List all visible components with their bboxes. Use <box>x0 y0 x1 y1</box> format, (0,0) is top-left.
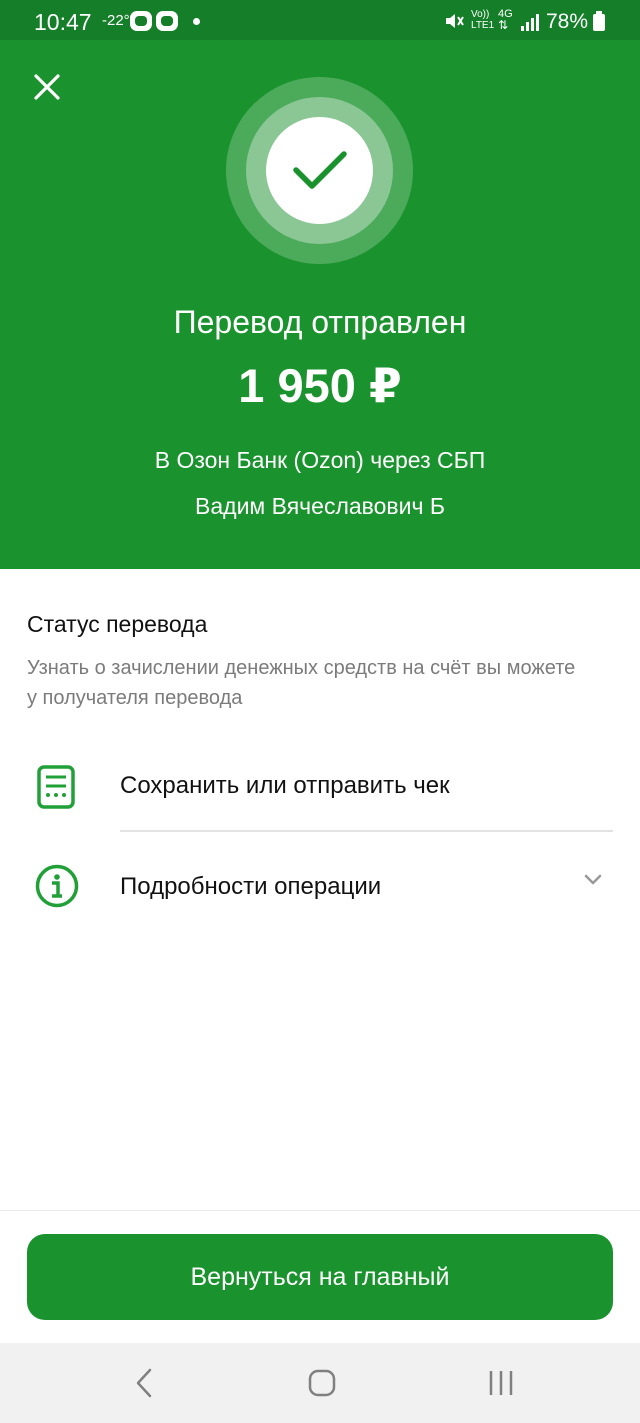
divider <box>120 830 613 832</box>
mute-icon <box>446 14 464 28</box>
battery-percentage: 78% <box>546 10 589 33</box>
transfer-status-title: Перевод отправлен <box>173 304 467 340</box>
status-section-title: Статус перевода <box>27 611 208 637</box>
operation-details-row[interactable]: Подробности операции <box>0 842 640 930</box>
recents-icon[interactable] <box>486 1367 516 1399</box>
app-notification-icon <box>130 11 152 31</box>
receipt-icon <box>37 765 75 809</box>
home-icon[interactable] <box>307 1367 337 1399</box>
status-bar: 10:47 -22° Vo)) LTE1 4G ⇅ 78% <box>0 0 640 40</box>
info-icon <box>35 864 79 908</box>
recipient-name: Вадим Вячеславович Б <box>195 493 445 519</box>
notification-dot-icon <box>193 18 200 25</box>
return-home-button[interactable]: Вернуться на главный <box>27 1234 613 1320</box>
battery-icon <box>593 11 605 31</box>
app-notification-icon <box>156 11 178 31</box>
back-icon[interactable] <box>130 1367 160 1399</box>
close-button[interactable] <box>26 66 68 108</box>
network-lte-label: LTE1 <box>471 20 495 31</box>
success-header: Перевод отправлен 1 950 ₽ В Озон Банк (O… <box>0 40 640 569</box>
chevron-down-icon[interactable] <box>583 872 603 888</box>
system-navigation-bar <box>0 1343 640 1423</box>
transfer-amount: 1 950 ₽ <box>238 359 402 412</box>
network-volte-label: Vo)) <box>471 9 490 20</box>
close-icon <box>34 74 60 100</box>
checkmark-icon <box>293 151 347 189</box>
status-section-description: Узнать о зачислении денежных средств на … <box>27 657 576 709</box>
signal-icon <box>521 14 539 31</box>
save-receipt-label: Сохранить или отправить чек <box>120 772 450 799</box>
recipient-bank: В Озон Банк (Ozon) через СБП <box>154 447 486 473</box>
operation-details-label: Подробности операции <box>120 873 382 900</box>
status-temperature: -22° <box>102 12 130 29</box>
save-receipt-row[interactable]: Сохранить или отправить чек <box>0 742 640 830</box>
bottom-separator <box>0 1210 640 1211</box>
success-badge <box>226 77 413 264</box>
status-time: 10:47 <box>34 9 92 35</box>
